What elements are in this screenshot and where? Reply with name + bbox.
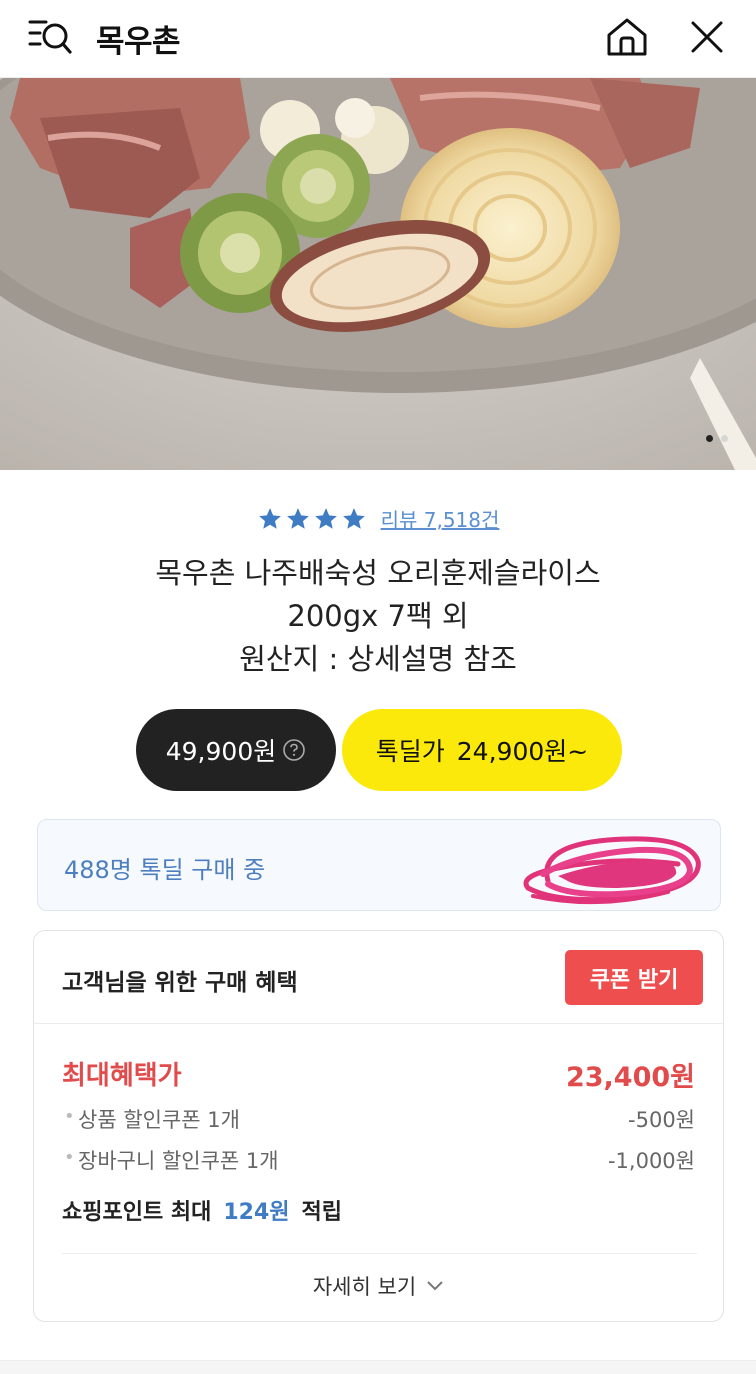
product-title: 목우촌 나주배숙성 오리훈제슬라이스 200gx 7팩 외 원산지 : 상세설명… [0, 552, 756, 681]
bullet-dot-icon: • [64, 1106, 75, 1127]
product-photo [0, 78, 756, 470]
menu-search-icon[interactable] [28, 16, 74, 56]
deal-price: 24,900원~ [456, 737, 589, 766]
question-circle-icon[interactable] [282, 738, 306, 762]
close-icon[interactable] [688, 18, 726, 56]
star-icon [342, 507, 365, 529]
carousel-dot[interactable] [721, 435, 728, 442]
discount-row: • 상품 할인쿠폰 1개 -500원 [34, 1104, 723, 1134]
deal-label: 톡딜가 [375, 737, 445, 766]
star-icon [314, 507, 337, 529]
benefits-title: 고객님을 위한 구매 혜택 [62, 970, 298, 996]
buyer-count-text: 488명 톡딜 구매 중 [64, 856, 266, 884]
max-benefit-label: 최대혜택가 [62, 1061, 182, 1091]
discount-label: 장바구니 할인쿠폰 1개 [78, 1149, 279, 1173]
home-icon[interactable] [604, 15, 650, 59]
star-rating [257, 506, 367, 532]
star-icon [258, 507, 281, 529]
see-details-link[interactable]: 자세히 보기 [34, 1271, 723, 1301]
max-benefit-price: 23,400원 [565, 1062, 695, 1093]
see-details-label: 자세히 보기 [312, 1275, 417, 1299]
discount-amount: -500원 [628, 1108, 695, 1132]
product-title-line: 목우촌 나주배숙성 오리훈제슬라이스 [155, 556, 601, 590]
star-icon [286, 507, 309, 529]
discount-amount: -1,000원 [607, 1149, 695, 1173]
buyer-count-box: 488명 톡딜 구매 중 [37, 819, 721, 911]
redaction-scribble [523, 836, 701, 905]
bottom-divider-strip [0, 1360, 756, 1374]
rating-row: 리뷰 7,518건 [0, 504, 756, 533]
bullet-dot-icon: • [64, 1147, 75, 1168]
regular-price: 49,900원 [165, 737, 277, 766]
carousel-dot-active[interactable] [706, 435, 713, 442]
origin-line: 원산지 : 상세설명 참조 [239, 642, 517, 676]
points-suffix: 적립 [301, 1200, 342, 1225]
purchase-benefits-card: 고객님을 위한 구매 혜택 쿠폰 받기 최대혜택가 23,400원 • 상품 할… [33, 930, 724, 1322]
points-prefix: 쇼핑포인트 최대 [62, 1200, 212, 1225]
product-title-line: 200gx 7팩 외 [287, 599, 469, 633]
discount-label: 상품 할인쿠폰 1개 [78, 1108, 240, 1132]
get-coupon-button[interactable]: 쿠폰 받기 [565, 950, 703, 1005]
discount-row: • 장바구니 할인쿠폰 1개 -1,000원 [34, 1145, 723, 1175]
carousel-dots [706, 435, 728, 442]
top-header: 목우촌 [0, 0, 756, 78]
product-image-carousel[interactable] [0, 78, 756, 470]
deal-price-pill[interactable]: 톡딜가 24,900원~ [342, 709, 622, 791]
regular-price-pill[interactable]: 49,900원 [136, 709, 336, 791]
benefits-header: 고객님을 위한 구매 혜택 쿠폰 받기 [34, 931, 723, 1024]
shopping-points-row: 쇼핑포인트 최대 124원 적립 [62, 1194, 342, 1226]
store-title: 목우촌 [96, 24, 181, 60]
divider [62, 1253, 697, 1254]
chevron-down-icon [427, 1281, 443, 1291]
review-count-link[interactable]: 리뷰 7,518건 [381, 504, 500, 533]
points-value: 124원 [223, 1200, 290, 1225]
